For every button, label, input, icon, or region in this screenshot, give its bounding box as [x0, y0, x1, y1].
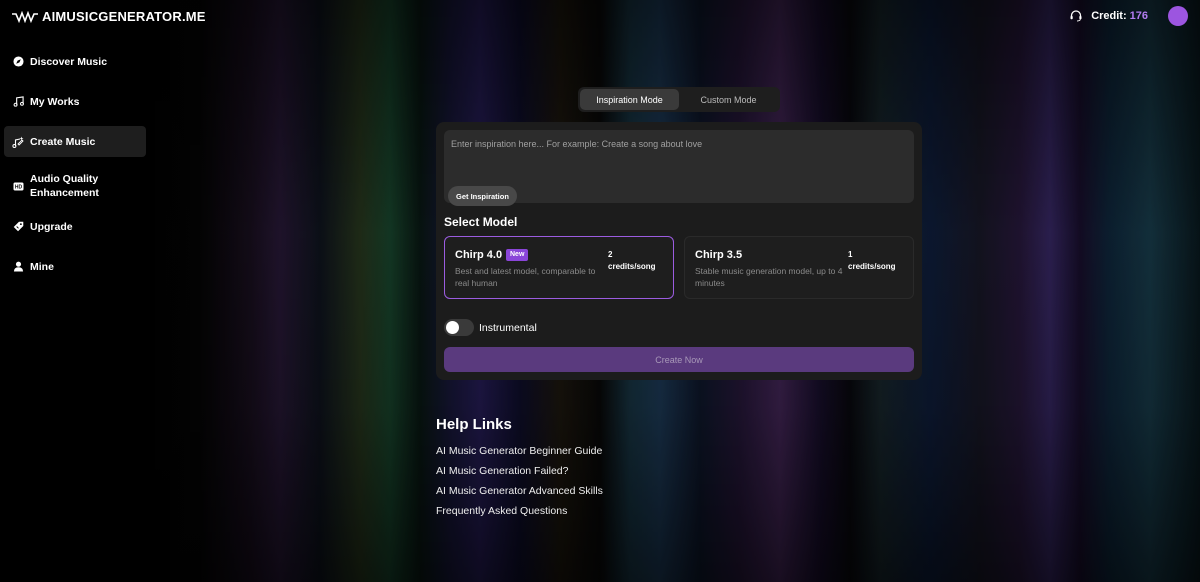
help-links-title: Help Links [436, 416, 512, 433]
tag-icon [12, 221, 24, 233]
help-link-generation-failed[interactable]: AI Music Generation Failed? [436, 465, 603, 477]
model-credits-amount: 1 [848, 250, 853, 259]
svg-text:HD: HD [14, 184, 22, 190]
header-right: Credit: 176 [1069, 6, 1188, 26]
music-create-icon [12, 136, 24, 148]
waveform-logo-icon [12, 10, 38, 23]
new-badge: New [506, 249, 529, 261]
create-now-button[interactable]: Create Now [444, 347, 914, 372]
sidebar-item-label: Create Music [30, 135, 96, 148]
avatar[interactable] [1168, 6, 1188, 26]
headset-icon[interactable] [1069, 9, 1083, 23]
mode-tabs: Inspiration Mode Custom Mode [578, 87, 780, 112]
model-credits-amount: 2 [608, 250, 613, 259]
sidebar-item-audio-quality-enhancement[interactable]: HD Audio Quality Enhancement [4, 166, 146, 206]
music-note-icon [12, 96, 24, 108]
sidebar-item-label: Audio Quality Enhancement [30, 173, 99, 199]
help-link-faq[interactable]: Frequently Asked Questions [436, 505, 603, 517]
credit-value: 176 [1129, 10, 1148, 22]
model-credits: 1 credits/song [848, 249, 896, 273]
tab-custom-mode[interactable]: Custom Mode [679, 89, 778, 110]
header: AIMUSICGENERATOR.ME Credit: 176 [0, 0, 1200, 34]
inspiration-input[interactable] [451, 139, 901, 165]
help-links-section: Help Links AI Music Generator Beginner G… [436, 416, 603, 525]
create-panel: Get Inspiration Select Model Chirp 4.0 N… [436, 122, 922, 380]
instrumental-label: Instrumental [479, 321, 537, 334]
model-credits-unit: credits/song [848, 262, 896, 271]
model-name: Chirp 4.0 [455, 249, 503, 261]
get-inspiration-button[interactable]: Get Inspiration [448, 186, 517, 206]
instrumental-toggle[interactable] [444, 319, 474, 336]
sidebar-item-my-works[interactable]: My Works [4, 86, 146, 117]
sidebar-item-upgrade[interactable]: Upgrade [4, 211, 146, 242]
toggle-knob [446, 321, 459, 334]
model-description: Best and latest model, comparable to rea… [455, 266, 596, 288]
sidebar-item-discover-music[interactable]: Discover Music [4, 46, 146, 77]
model-card-chirp-3-5[interactable]: Chirp 3.5 Stable music generation model,… [684, 236, 914, 299]
select-model-title: Select Model [444, 215, 518, 229]
inspiration-box: Get Inspiration [444, 130, 914, 206]
model-card-chirp-4[interactable]: Chirp 4.0 New Best and latest model, com… [444, 236, 674, 299]
sidebar-item-mine[interactable]: Mine [4, 251, 146, 282]
model-name: Chirp 3.5 [695, 249, 743, 261]
compass-icon [12, 56, 24, 68]
hd-icon: HD [12, 180, 24, 192]
sidebar: Discover Music My Works Create Music HD … [4, 46, 146, 291]
credit-label: Credit: [1091, 10, 1127, 22]
sidebar-item-label: My Works [30, 95, 80, 108]
model-description: Stable music generation model, up to 4 m… [695, 266, 843, 288]
sidebar-item-create-music[interactable]: Create Music [4, 126, 146, 157]
sidebar-item-label: Mine [30, 260, 54, 273]
logo[interactable]: AIMUSICGENERATOR.ME [12, 9, 206, 24]
help-link-beginner-guide[interactable]: AI Music Generator Beginner Guide [436, 445, 603, 457]
tab-inspiration-mode[interactable]: Inspiration Mode [580, 89, 679, 110]
sidebar-item-label: Upgrade [30, 220, 73, 233]
model-credits: 2 credits/song [608, 249, 656, 273]
logo-text: AIMUSICGENERATOR.ME [42, 9, 206, 24]
sidebar-item-label: Discover Music [30, 55, 108, 68]
help-link-advanced-skills[interactable]: AI Music Generator Advanced Skills [436, 485, 603, 497]
instrumental-row: Instrumental [444, 319, 537, 336]
user-icon [12, 261, 24, 273]
model-credits-unit: credits/song [608, 262, 656, 271]
